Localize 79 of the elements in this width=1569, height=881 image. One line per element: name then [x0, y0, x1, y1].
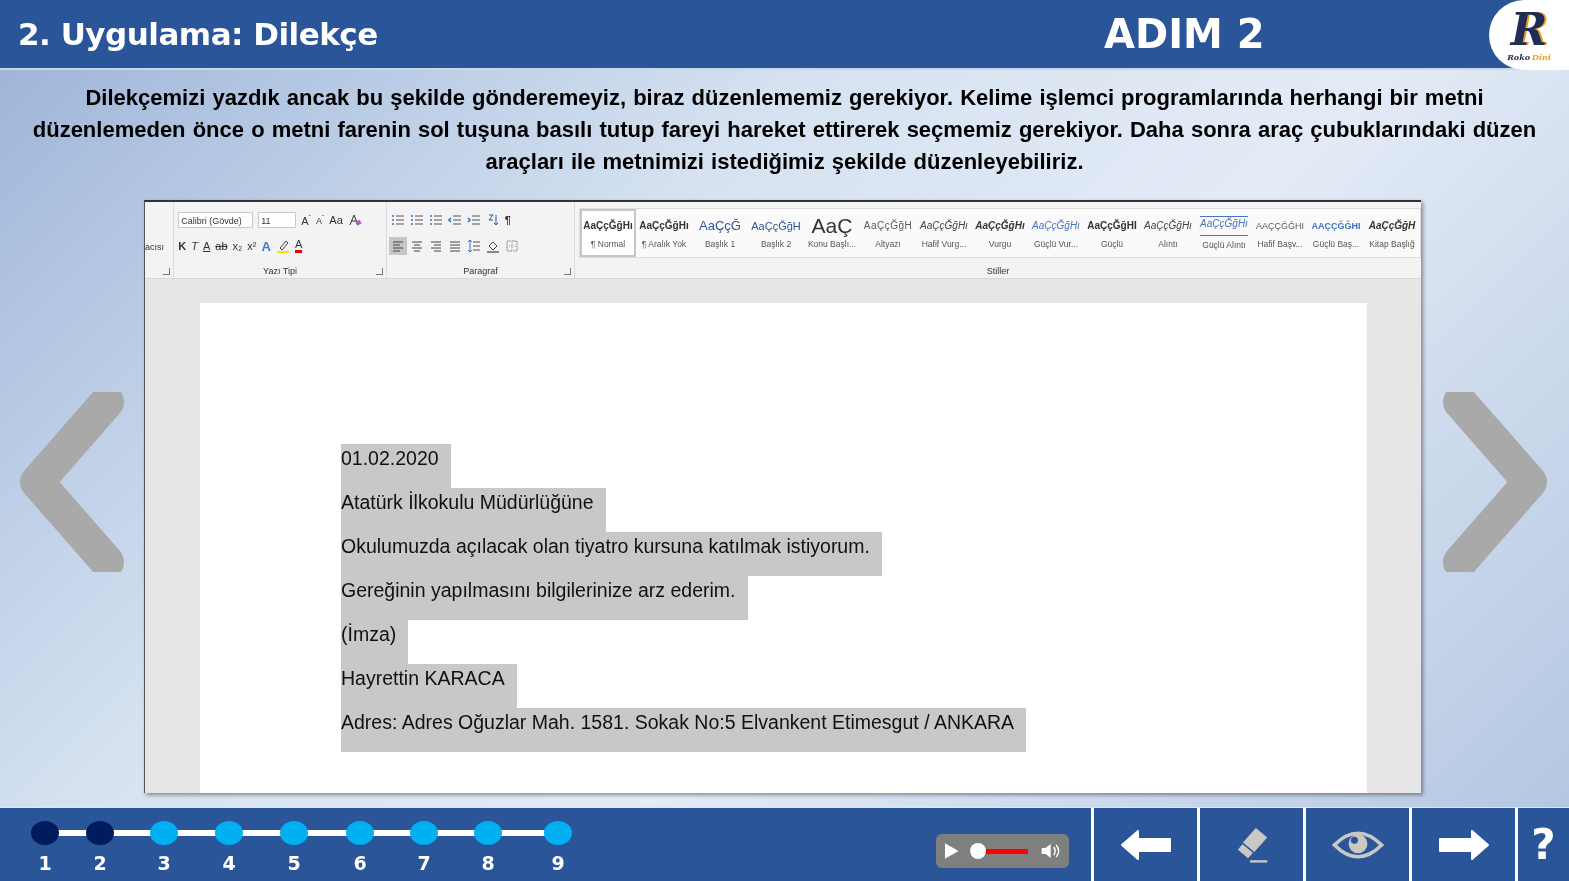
list-icon[interactable] — [409, 213, 424, 227]
paint-bucket-icon[interactable] — [485, 239, 500, 253]
speaker-icon[interactable] — [1039, 842, 1061, 860]
font-size-field[interactable]: 11 — [258, 212, 297, 228]
chevron-left-icon[interactable] — [17, 391, 127, 572]
step-title: ADIM 2 — [1104, 11, 1265, 57]
play-icon[interactable] — [944, 842, 960, 860]
page-title: 2. Uygulama: Dilekçe — [18, 16, 379, 52]
indent-icon[interactable] — [447, 213, 462, 227]
style-item[interactable]: AAÇÇĞĞHI Hafif Başv... — [1252, 209, 1308, 257]
grow-font-button[interactable]: A$^{ˆ}$ — [301, 213, 311, 227]
change-case-button[interactable]: Aa — [329, 214, 343, 226]
step-dot[interactable] — [31, 821, 59, 845]
step-dot[interactable] — [280, 821, 308, 845]
style-item[interactable]: AAÇÇĞĞHI Güçlü Baş... — [1308, 209, 1364, 257]
align-button[interactable] — [447, 239, 462, 253]
line-spacing-icon[interactable] — [466, 239, 481, 253]
style-item[interactable]: AaÇçĞğH Altyazı — [860, 209, 916, 257]
group-label: Yazı Tipi — [262, 266, 298, 276]
align-button[interactable] — [409, 239, 424, 253]
logo-text: Roko — [1507, 52, 1530, 62]
slider-thumb[interactable] — [969, 843, 986, 859]
step-dot[interactable] — [150, 821, 178, 845]
step-number: 8 — [480, 852, 496, 874]
step-number: 2 — [92, 852, 108, 874]
style-item[interactable]: AaÇçĞğHı ¶ Normal — [580, 209, 636, 257]
step-number: 7 — [416, 852, 432, 874]
step-number: 1 — [37, 852, 53, 874]
text-effects-button[interactable]: A — [261, 238, 271, 254]
group-label: Stiller — [985, 266, 1011, 276]
logo-text: Dini — [1532, 52, 1551, 62]
subscript-button[interactable]: x₂ — [232, 240, 243, 252]
step-number: 9 — [550, 852, 566, 874]
logo-letter: R — [1510, 8, 1548, 52]
strikethrough-button[interactable]: ab — [215, 240, 228, 252]
step-dot[interactable] — [86, 821, 114, 845]
step-dot[interactable] — [474, 821, 502, 845]
group-label: acısı — [145, 242, 165, 252]
list-icon[interactable] — [390, 213, 405, 227]
dialog-launcher-icon[interactable] — [375, 268, 383, 275]
list-icon[interactable] — [428, 213, 443, 227]
style-item[interactable]: AaÇçĞğHı ¶ Aralık Yok — [636, 209, 692, 257]
dialog-launcher-icon[interactable] — [564, 268, 571, 275]
style-item[interactable]: AaÇçĞğHI Güçlü — [1084, 209, 1140, 257]
audio-seek-slider[interactable] — [969, 843, 1028, 859]
font-name-field[interactable]: Calibri (Gövde) — [178, 212, 254, 228]
italic-button[interactable]: T — [191, 240, 198, 252]
style-item[interactable]: AaÇçĞğH Başlık 2 — [748, 209, 804, 257]
shrink-font-button[interactable]: A$^{ˇ}$ — [315, 214, 325, 226]
step-number: 6 — [352, 852, 368, 874]
step-dot[interactable] — [346, 821, 374, 845]
style-item[interactable]: AaÇçĞğHı Vurgu — [972, 209, 1028, 257]
style-item[interactable]: AaÇçĞğHı Hafif Vurg... — [916, 209, 972, 257]
style-item[interactable]: AaÇçĞ Başlık 1 — [692, 209, 748, 257]
step-number: 5 — [286, 852, 302, 874]
dialog-launcher-icon[interactable] — [163, 268, 171, 275]
step-number: 4 — [221, 852, 237, 874]
style-item[interactable]: AaÇçĞğHı Güçlü Vur... — [1028, 209, 1084, 257]
group-label: Paragraf — [462, 266, 499, 276]
underline-button[interactable]: A — [202, 240, 211, 252]
chevron-right-icon[interactable] — [1440, 391, 1550, 572]
superscript-button[interactable]: x² — [247, 240, 257, 252]
align-button[interactable] — [428, 239, 443, 253]
clear-format-icon[interactable] — [347, 213, 362, 227]
style-item[interactable]: AaÇçĞğH Kitap Başlığ — [1364, 209, 1420, 257]
font-color-button[interactable]: A — [294, 239, 303, 253]
step-dot[interactable] — [215, 821, 243, 845]
style-item[interactable]: AaÇçĞğHı Güçlü Alıntı — [1196, 209, 1252, 257]
style-item[interactable]: AaÇ Konu Başlı... — [804, 209, 860, 257]
instruction-text: Dilekçemizi yazdık ancak bu şekilde gönderemeyiz, biraz düzenlememiz gerekiyor. Kelime işlemci programlarında herhangi bir metni düzenlemeden önce o metni farenin sol tuşuna basılı tutup fareyi hareket ettirerek seçmemiz gerekiyor. Daha sonra araç çubuklarındaki düzen araçları ile metnimizi istediğimiz şekilde düzenleyebiliriz. — [31, 84, 1538, 176]
step-dot[interactable] — [544, 821, 572, 845]
step-number: 3 — [156, 852, 172, 874]
step-dot[interactable] — [410, 821, 438, 845]
bold-button[interactable]: K — [178, 240, 187, 252]
style-item[interactable]: AaÇçĞğHı Alıntı — [1140, 209, 1196, 257]
sort-icon[interactable] — [485, 213, 500, 227]
align-button[interactable] — [390, 239, 405, 253]
formatting-marks-button[interactable]: ¶ — [504, 214, 511, 226]
highlighter-icon[interactable] — [275, 239, 290, 253]
